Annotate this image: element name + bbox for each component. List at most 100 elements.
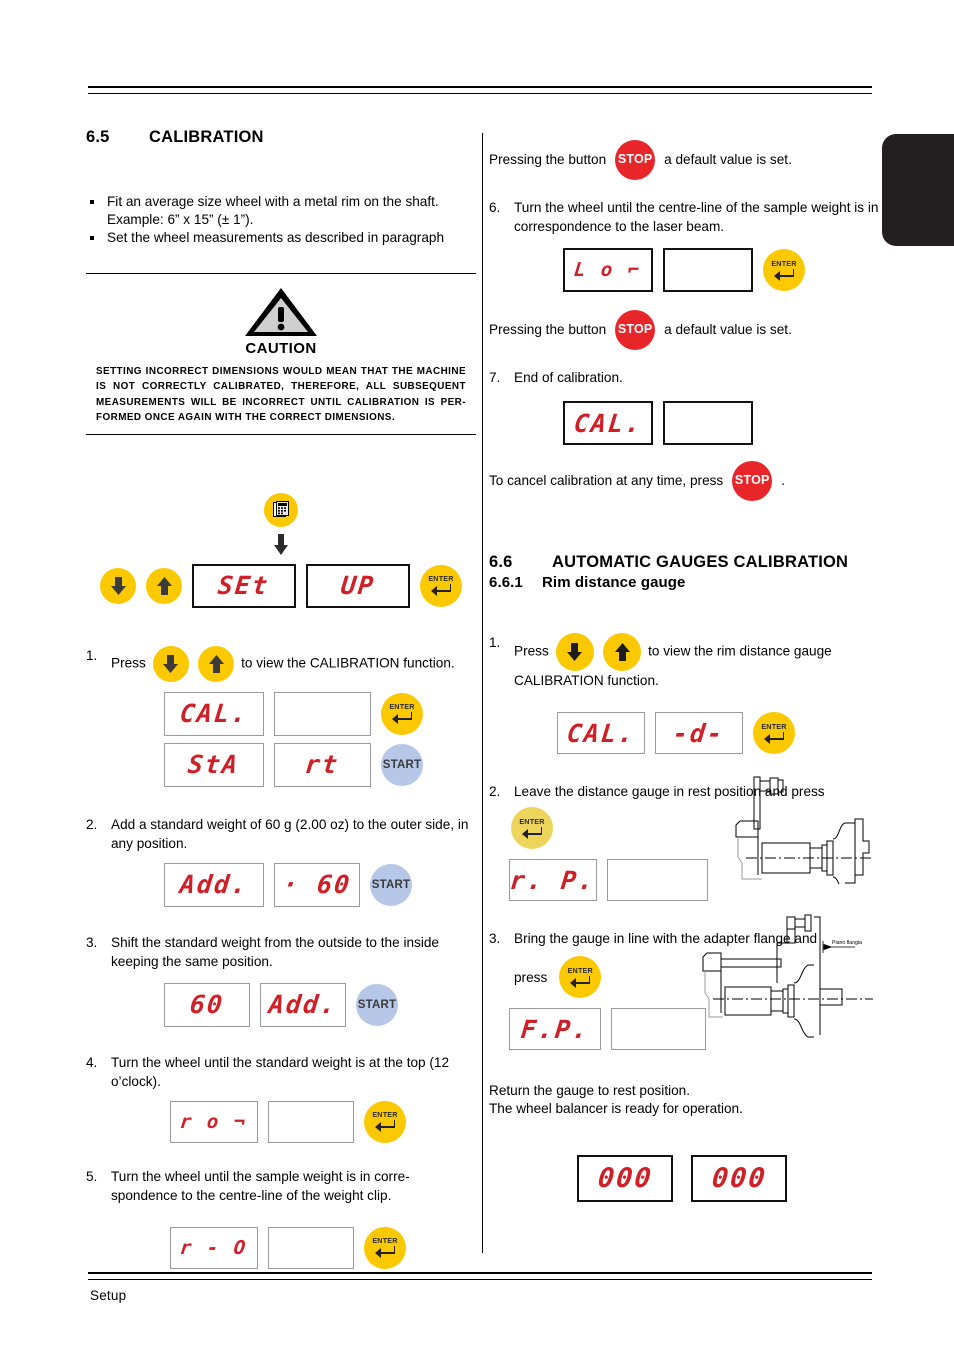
chapter-thumb-tab [882,134,954,246]
step-text: Shift the standard weight from the outsi… [111,934,439,969]
arrow-up-button[interactable] [146,567,182,604]
display-right: rt [274,742,371,787]
display-row: CAL. [489,401,881,445]
stop-note-text-before: Pressing the button [489,152,607,168]
arrow-down-button[interactable] [100,567,136,604]
enter-button[interactable]: ENTER [364,1226,406,1269]
enter-button[interactable]: ENTER [381,692,423,735]
display-left: CAL. [563,401,653,445]
closing-line-1: Return the gauge to rest position. [489,1083,691,1098]
display-left: StA [164,742,264,787]
enter-button[interactable]: ENTER [420,564,462,607]
display-right: UP [306,563,410,608]
display-row: StA rt START [86,742,476,787]
subsection-number: 6.6.1 [489,574,523,591]
display-left: SEt [192,563,296,608]
stop-button[interactable]: STOP [732,461,773,501]
footer-label: Setup [90,1288,127,1303]
gauge-step-3: 3. Bring the gauge in line with the adap… [489,914,881,1050]
step-number: 1. [489,635,501,650]
step-text: Add a standard weight of 60 g (2.00 oz) … [111,816,469,851]
gauge-flange-position-drawing: Piano flangia [702,914,873,1038]
step-number: 2. [489,784,501,799]
final-display-row: 000 000 [489,1155,881,1202]
display-row: r - O ENTER [86,1226,476,1269]
enter-button[interactable]: ENTER [753,712,795,754]
display-right: · 60 [274,862,360,907]
arrow-down-pointer-icon [274,533,288,555]
intro-bullet-list: Fit an average size wheel with a metal r… [86,193,476,247]
arrow-up-button[interactable] [603,633,642,671]
start-button-label: START [371,878,411,891]
step-number: 1. [86,647,98,663]
menu-keypad-icon[interactable] [264,492,298,527]
step-text: Turn the wheel until the sample weight i… [111,1168,410,1203]
enter-button-label: ENTER [567,965,593,975]
stop-note-1: Pressing the button STOP a default value… [489,140,881,180]
setup-block: SEt UP ENTER [86,492,476,608]
step-1: 1. Press to view the CALIBRATION functio… [86,645,476,787]
display-row: Add. · 60 START [86,862,476,907]
arrow-down-button[interactable] [152,645,189,682]
step-number: 3. [489,931,501,946]
step-3: 3. Shift the standard weight from the ou… [86,933,476,1027]
manual-page: Setup 6.5 CALIBRATION Fit an average siz… [0,0,954,1350]
cancel-note: To cancel calibration at any time, press… [489,461,881,501]
gauge-step-1: 1. Press to view the rim distance gauge … [489,633,881,754]
display-left: r o ¬ [170,1100,258,1143]
list-item-text: Set the wheel measurements as described … [107,230,445,245]
enter-button-label: ENTER [428,574,454,584]
caution-text: SETTING INCORRECT DIMENSIONS WOULD MEAN … [96,365,466,424]
enter-button-label: ENTER [761,721,787,731]
display-right: 000 [691,1155,787,1202]
enter-button[interactable]: ENTER [364,1100,406,1143]
start-button[interactable]: START [356,983,398,1026]
step-number: 7. [489,370,501,385]
enter-button[interactable]: ENTER [511,807,553,849]
start-button-label: START [382,758,422,771]
display-right [663,248,753,292]
enter-button-label: ENTER [372,1110,398,1120]
section-number: 6.5 [86,128,110,146]
section-heading-6-6: 6.6 AUTOMATIC GAUGES CALIBRATION 6.6.1 R… [489,553,881,591]
column-divider [482,133,483,1253]
display-left: L o ⌐ [563,248,653,292]
step-5: 5. Turn the wheel until the sample weigh… [86,1167,476,1269]
display-right: -d- [655,712,743,754]
enter-button[interactable]: ENTER [763,249,805,291]
section-title: CALIBRATION [149,128,264,146]
display-right [268,1100,354,1143]
display-left: Add. [164,862,264,907]
enter-button-label: ENTER [372,1236,398,1246]
display-left: CAL. [164,691,264,736]
section-title: AUTOMATIC GAUGES CALIBRATION [552,553,849,571]
step-number: 6. [489,200,501,215]
display-left: r. P. [509,859,597,901]
start-button-label: START [357,998,397,1011]
enter-button-label: ENTER [389,702,415,712]
step-number: 5. [86,1168,98,1184]
right-column: Pressing the button STOP a default value… [489,140,881,1202]
stop-note-text-after: a default value is set. [664,152,792,168]
enter-button[interactable]: ENTER [559,956,602,998]
step-text-before: Press [111,655,146,671]
stop-button[interactable]: STOP [615,310,656,350]
display-row: r o ¬ ENTER [86,1100,476,1143]
start-button[interactable]: START [370,863,412,906]
arrow-up-button[interactable] [198,645,235,682]
closing-note: Return the gauge to rest position. The w… [489,1082,881,1117]
display-row: CAL. ENTER [86,691,476,736]
cancel-note-text: To cancel calibration at any time, press [489,473,724,489]
step-6: 6. Turn the wheel until the centre-line … [489,198,881,292]
bullet-square-icon [86,229,107,247]
press-label: press [514,969,548,985]
step-4: 4. Turn the wheel until the standard wei… [86,1053,476,1143]
display-left: r - O [170,1226,258,1269]
display-right [268,1226,354,1269]
header-rule-thick [88,86,872,88]
stop-button[interactable]: STOP [615,140,656,180]
start-button[interactable]: START [381,743,423,786]
header-rule-thin [88,93,872,94]
stop-note-2: Pressing the button STOP a default value… [489,310,881,350]
arrow-down-button[interactable] [555,633,594,671]
